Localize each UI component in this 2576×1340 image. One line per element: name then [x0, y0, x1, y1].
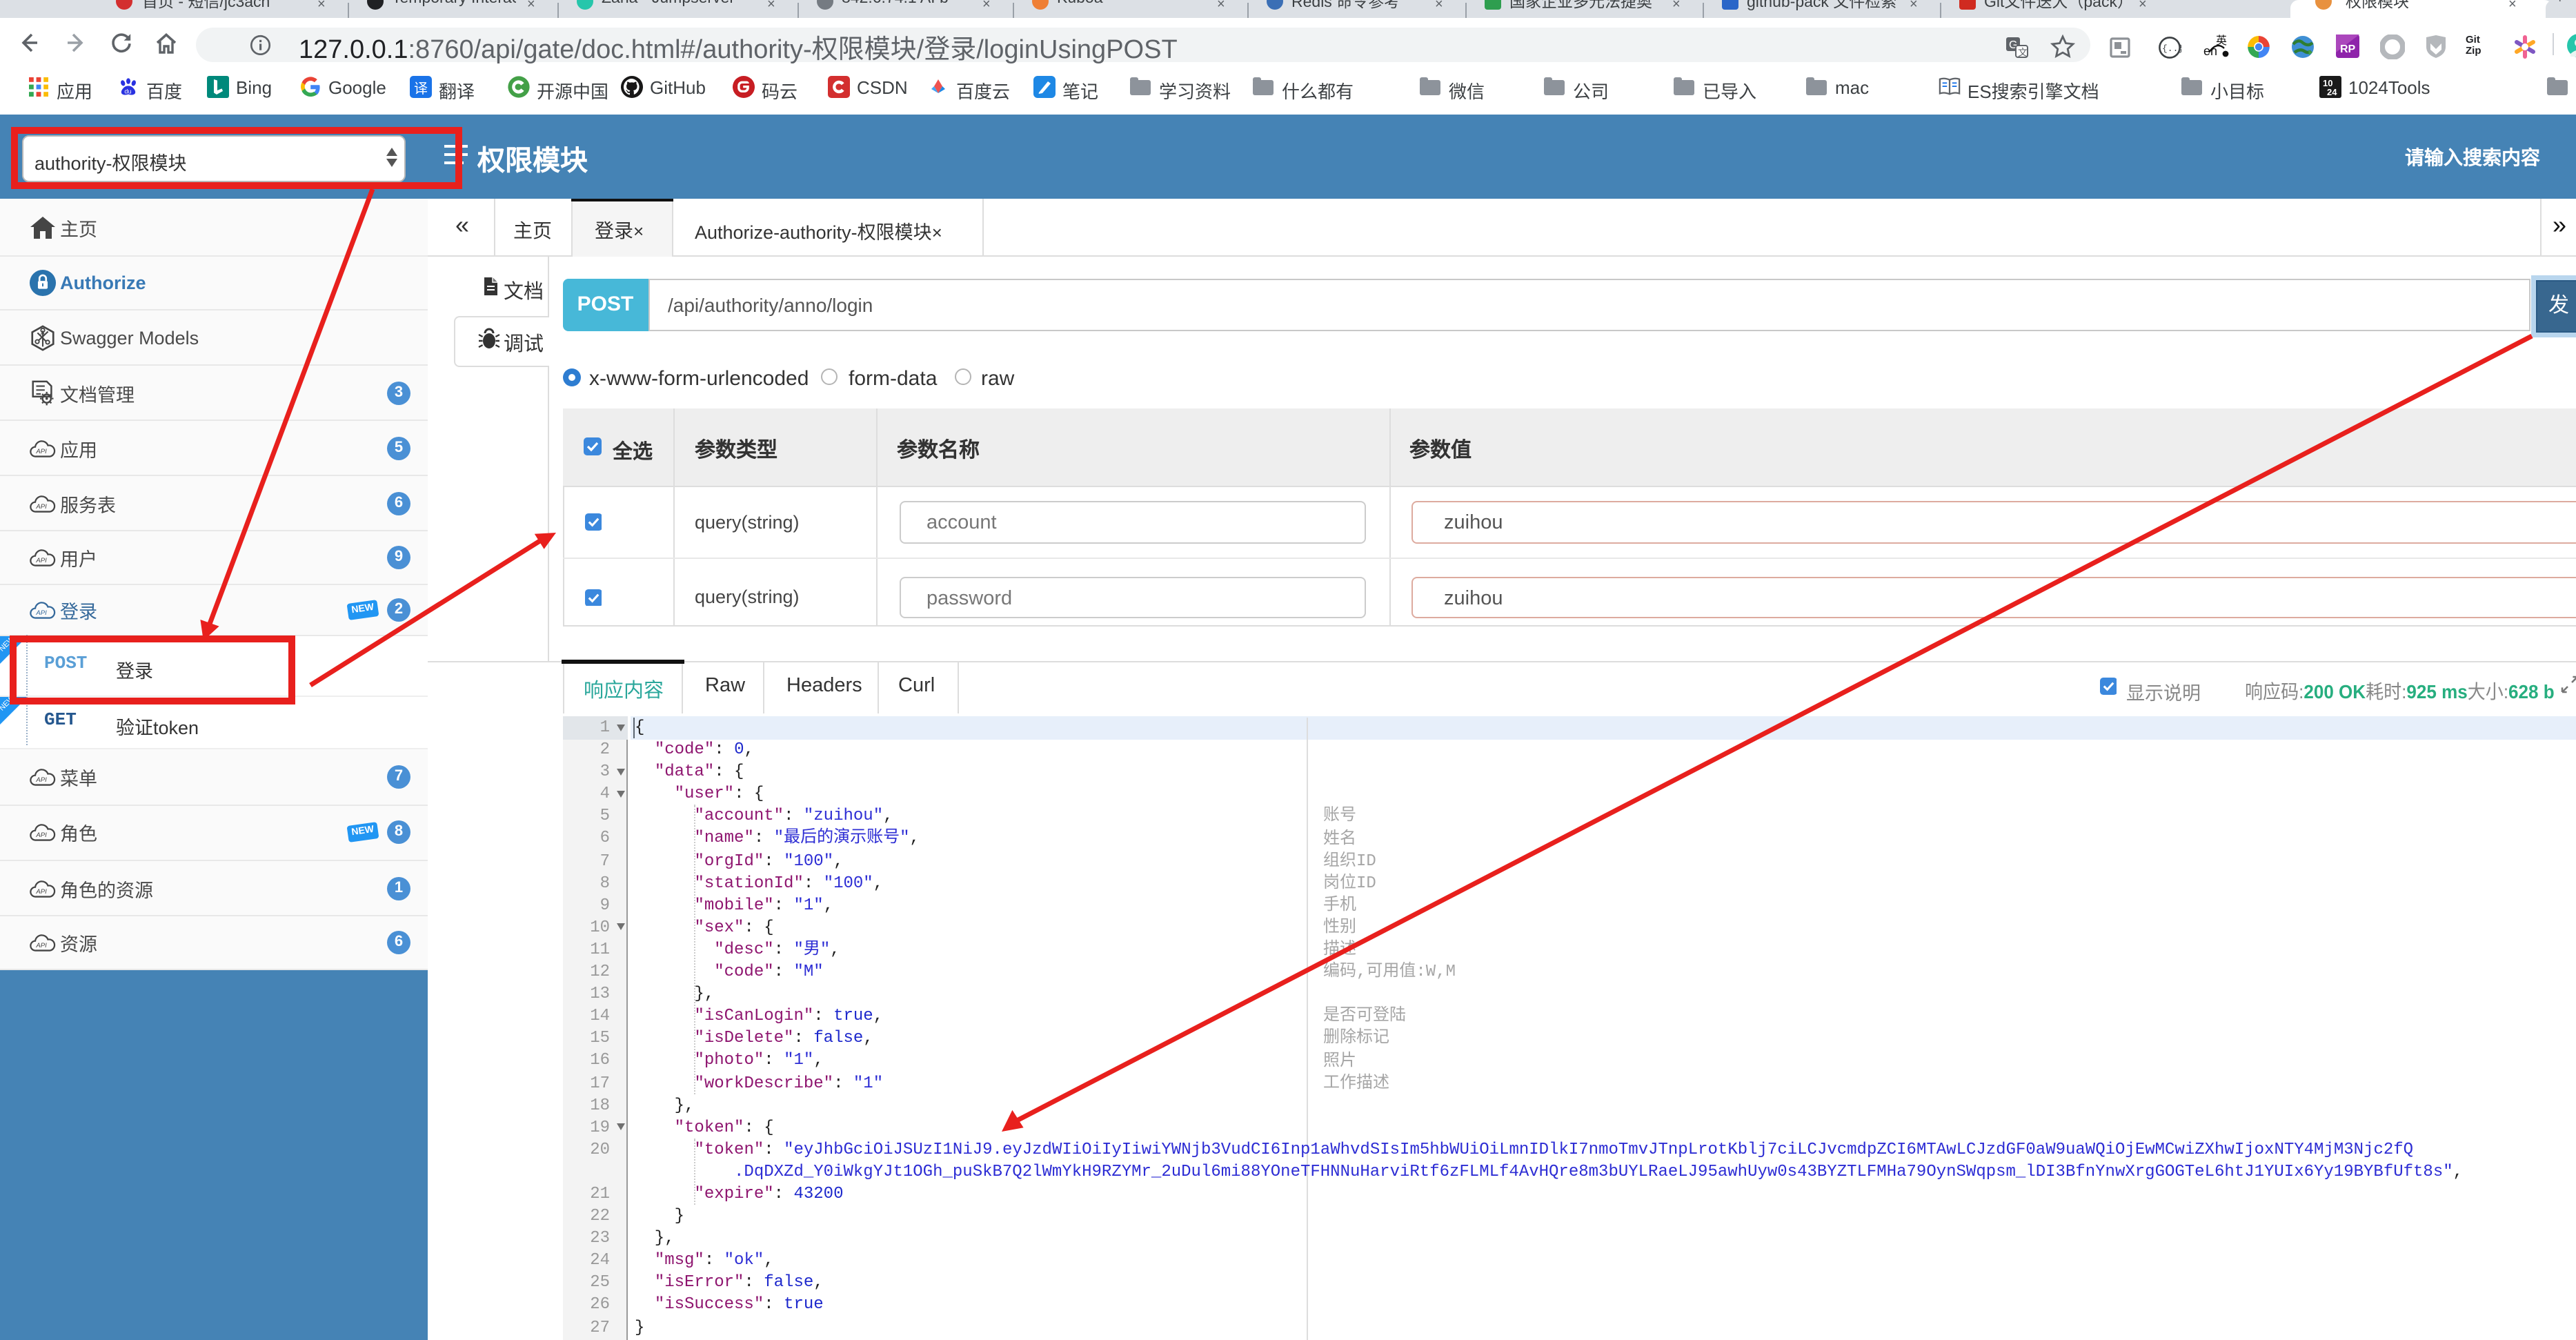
svg-text:文: 文: [2018, 47, 2028, 58]
svg-text:API: API: [35, 557, 47, 564]
svg-text:API: API: [35, 887, 47, 895]
svg-text:API: API: [35, 609, 47, 617]
svg-text:API: API: [35, 447, 47, 455]
svg-text:24: 24: [2327, 86, 2337, 97]
svg-text:du: du: [124, 88, 131, 95]
svg-text:API: API: [35, 502, 47, 510]
svg-text:API: API: [35, 832, 47, 840]
svg-text:API: API: [35, 776, 47, 784]
svg-text:API: API: [35, 942, 47, 949]
svg-text:A: A: [41, 329, 46, 337]
svg-text:译: 译: [414, 80, 428, 96]
svg-text:{..}: {..}: [2162, 43, 2181, 54]
svg-text:RP: RP: [2340, 43, 2356, 55]
